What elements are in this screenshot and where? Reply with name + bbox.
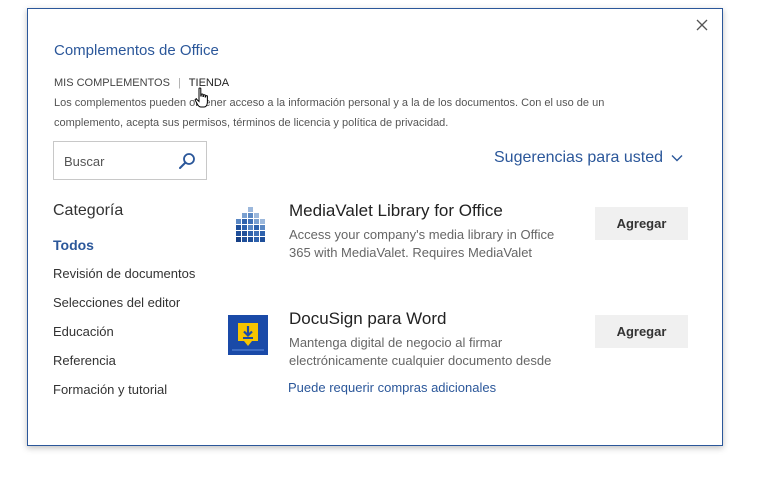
search-box[interactable] <box>53 141 207 180</box>
office-addins-dialog: Complementos de Office MIS COMPLEMENTOS … <box>27 8 723 446</box>
hand-cursor-icon <box>194 87 208 108</box>
tab-separator: | <box>177 77 181 89</box>
category-item-todos[interactable]: Todos <box>53 235 203 255</box>
category-heading: Categoría <box>53 202 124 219</box>
suggestions-dropdown[interactable]: Sugerencias para usted <box>494 149 683 167</box>
additional-purchases-link[interactable]: Puede requerir compras adicionales <box>288 380 496 395</box>
addin-description: Mantenga digital de negocio al firmar el… <box>289 335 552 368</box>
category-item-referencia[interactable]: Referencia <box>53 351 203 371</box>
category-item-formacion[interactable]: Formación y tutorial <box>53 380 203 400</box>
category-list: Todos Revisión de documentos Selecciones… <box>53 235 203 400</box>
tab-my-addins[interactable]: MIS COMPLEMENTOS <box>54 77 170 89</box>
suggestions-label: Sugerencias para usted <box>494 149 663 166</box>
addin-name[interactable]: DocuSign para Word <box>289 309 447 329</box>
addin-name[interactable]: MediaValet Library for Office <box>289 201 503 221</box>
category-item-revision[interactable]: Revisión de documentos <box>53 264 203 284</box>
category-item-selecciones[interactable]: Selecciones del editor <box>53 293 203 313</box>
close-icon[interactable] <box>694 17 710 33</box>
search-input[interactable] <box>64 152 169 170</box>
addin-description: Access your company's media library in O… <box>289 227 555 260</box>
addin-item-docusign: DocuSign para Word Mantenga digital de n… <box>228 309 698 399</box>
addin-item-mediavalet: MediaValet Library for Office Access you… <box>228 201 698 277</box>
chevron-down-icon <box>671 155 683 162</box>
docusign-logo-icon <box>228 315 268 355</box>
search-icon[interactable] <box>178 152 196 170</box>
category-item-educacion[interactable]: Educación <box>53 322 203 342</box>
add-button[interactable]: Agregar <box>595 315 688 348</box>
add-button[interactable]: Agregar <box>595 207 688 240</box>
privacy-disclaimer: Los complementos pueden obtener acceso a… <box>54 97 605 129</box>
dialog-title: Complementos de Office <box>54 42 219 59</box>
mediavalet-logo-icon <box>236 207 265 242</box>
